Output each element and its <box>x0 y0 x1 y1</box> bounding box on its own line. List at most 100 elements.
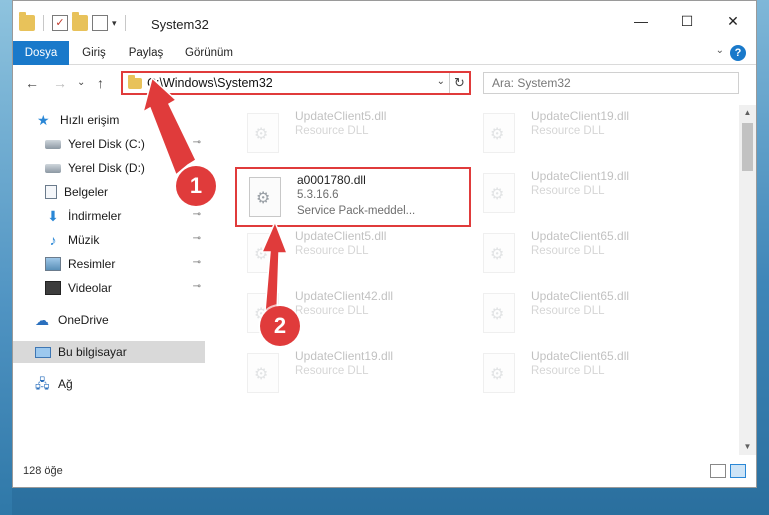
file-name: UpdateClient65.dll <box>531 349 630 363</box>
sidebar-item-this-pc[interactable]: Bu bilgisayar <box>13 341 205 363</box>
scroll-up-icon[interactable]: ▲ <box>739 105 756 121</box>
file-item[interactable]: UpdateClient19.dll Resource DLL <box>471 105 701 161</box>
cloud-icon: ☁ <box>35 312 49 328</box>
file-item[interactable]: UpdateClient19.dll Resource DLL <box>235 345 465 401</box>
status-bar: 128 öğe <box>13 457 756 487</box>
maximize-button[interactable]: ☐ <box>664 7 710 35</box>
sidebar-item-local-disk-d[interactable]: Yerel Disk (D:) <box>13 157 205 179</box>
computer-icon <box>35 346 51 358</box>
file-type: Resource DLL <box>295 365 369 377</box>
sidebar-item-label: Yerel Disk (D:) <box>68 161 145 175</box>
star-icon: ★ <box>37 112 50 128</box>
help-icon[interactable]: ? <box>730 45 746 61</box>
file-name: UpdateClient19.dll <box>531 109 630 123</box>
file-item[interactable]: UpdateClient5.dll Resource DLL <box>235 225 465 281</box>
search-input[interactable]: Ara: System32 <box>483 72 739 94</box>
file-type: Resource DLL <box>531 125 605 137</box>
properties-icon[interactable] <box>92 15 108 31</box>
dll-file-icon <box>247 353 279 393</box>
network-icon: 🖧 <box>35 376 50 391</box>
navigation-pane: ★ Hızlı erişim Yerel Disk (C:) ⊸ Yerel D… <box>13 105 209 455</box>
address-dropdown-icon[interactable]: ⌄ <box>437 76 445 87</box>
collapse-ribbon-icon[interactable]: ⌄ <box>716 45 724 56</box>
refresh-button[interactable]: ↻ <box>449 73 469 93</box>
file-item[interactable]: UpdateClient19.dll Resource DLL <box>471 165 701 221</box>
file-item[interactable]: UpdateClient65.dll Resource DLL <box>471 285 701 341</box>
video-icon <box>45 281 61 295</box>
sidebar-item-label: Ağ <box>58 377 73 391</box>
disk-icon <box>45 163 61 173</box>
tab-share[interactable]: Paylaş <box>125 41 167 65</box>
sidebar-item-network[interactable]: 🖧 Ağ <box>13 373 205 395</box>
sidebar-item-label: OneDrive <box>58 313 109 327</box>
file-type: Resource DLL <box>295 125 369 137</box>
new-folder-icon[interactable] <box>72 12 88 31</box>
tab-home[interactable]: Giriş <box>75 41 113 65</box>
up-button[interactable]: ↑ <box>97 75 104 91</box>
recent-locations-button[interactable]: ⌄ <box>77 77 85 88</box>
highlighted-file-box: a0001780.dll 5.3.16.6 Service Pack-medde… <box>235 167 471 227</box>
sidebar-item-videos[interactable]: Videolar ⊸ <box>13 277 205 299</box>
sidebar-item-local-disk-c[interactable]: Yerel Disk (C:) ⊸ <box>13 133 205 155</box>
minimize-button[interactable]: — <box>618 7 664 35</box>
sidebar-item-pictures[interactable]: Resimler ⊸ <box>13 253 205 275</box>
dll-file-icon <box>483 233 515 273</box>
tab-view[interactable]: Görünüm <box>179 41 239 65</box>
address-path[interactable]: C:\Windows\System32 <box>147 76 273 90</box>
tab-file[interactable]: Dosya <box>13 41 69 65</box>
item-count: 128 öğe <box>23 465 63 477</box>
sidebar-item-quick-access[interactable]: ★ Hızlı erişim <box>13 109 205 131</box>
file-item[interactable]: UpdateClient65.dll Resource DLL <box>471 225 701 281</box>
dll-file-icon <box>483 173 515 213</box>
ribbon-tabs: Dosya Giriş Paylaş Görünüm ⌄ ? <box>13 41 756 65</box>
pin-icon[interactable]: ⊸ <box>193 257 201 268</box>
file-name: UpdateClient65.dll <box>531 229 630 243</box>
scroll-down-icon[interactable]: ▼ <box>739 439 756 455</box>
file-type: Resource DLL <box>531 365 605 377</box>
pin-icon[interactable]: ⊸ <box>193 281 201 292</box>
forward-button[interactable]: → <box>53 75 67 91</box>
sidebar-item-label: Müzik <box>68 233 100 247</box>
pin-icon[interactable]: ⊸ <box>193 209 201 220</box>
file-type: Resource DLL <box>531 245 605 257</box>
address-bar[interactable]: C:\Windows\System32 ⌄ ↻ <box>121 71 471 95</box>
toolbar-dropdown-icon[interactable]: ▾ <box>112 18 117 29</box>
file-name: UpdateClient5.dll <box>295 229 387 243</box>
folder-icon[interactable] <box>19 12 35 31</box>
close-button[interactable]: ✕ <box>710 7 756 35</box>
file-name: UpdateClient19.dll <box>295 349 394 363</box>
file-name: UpdateClient65.dll <box>531 289 630 303</box>
vertical-scrollbar[interactable]: ▲ ▼ <box>739 105 756 455</box>
dll-file-icon <box>249 177 281 217</box>
properties-check-icon[interactable]: ✓ <box>52 15 68 31</box>
scroll-thumb[interactable] <box>742 123 753 171</box>
dll-file-icon <box>247 113 279 153</box>
file-list: UpdateClient5.dll Resource DLL a0001780.… <box>219 105 719 455</box>
file-item[interactable]: UpdateClient5.dll Resource DLL <box>235 105 465 161</box>
dll-file-icon <box>483 353 515 393</box>
pin-icon[interactable]: ⊸ <box>193 137 201 148</box>
file-type: Resource DLL <box>295 305 369 317</box>
sidebar-item-label: Belgeler <box>64 185 109 199</box>
sidebar-item-label: Yerel Disk (C:) <box>68 137 145 151</box>
pin-icon[interactable]: ⊸ <box>193 233 201 244</box>
sidebar-item-label: Videolar <box>68 281 112 295</box>
step-2-badge: 2 <box>260 306 300 346</box>
sidebar-item-music[interactable]: ♪ Müzik ⊸ <box>13 229 205 251</box>
music-icon: ♪ <box>49 232 57 248</box>
sidebar-item-downloads[interactable]: ⬇ İndirmeler ⊸ <box>13 205 205 227</box>
file-item[interactable]: UpdateClient65.dll Resource DLL <box>471 345 701 401</box>
sidebar-item-label: Resimler <box>68 257 116 271</box>
file-item-highlighted[interactable]: a0001780.dll 5.3.16.6 Service Pack-medde… <box>237 169 467 225</box>
pictures-icon <box>45 257 61 271</box>
details-view-icon[interactable] <box>710 464 726 478</box>
sidebar-item-label: Hızlı erişim <box>60 113 120 127</box>
large-icons-view-icon[interactable] <box>730 464 746 478</box>
document-icon <box>45 185 57 199</box>
sidebar-item-onedrive[interactable]: ☁ OneDrive <box>13 309 205 331</box>
sidebar-item-label: İndirmeler <box>68 209 122 223</box>
file-description: Service Pack-meddel... <box>297 205 416 217</box>
back-button[interactable]: ← <box>25 75 39 91</box>
file-type: Resource DLL <box>531 185 605 197</box>
dll-file-icon <box>247 233 279 273</box>
